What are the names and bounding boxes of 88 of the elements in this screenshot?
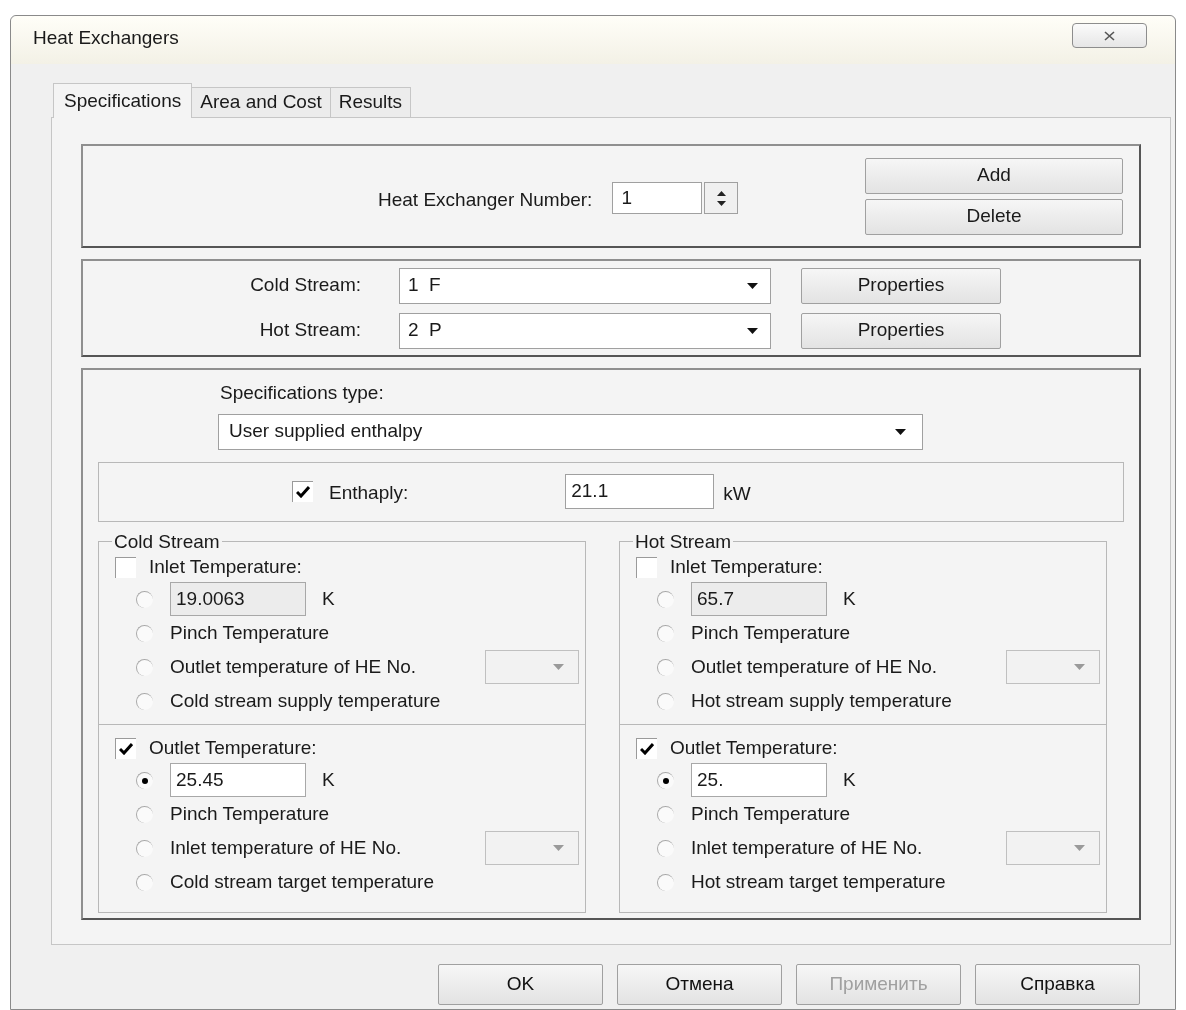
radio-button[interactable] (136, 771, 153, 789)
button[interactable]: Add (865, 157, 1123, 194)
field-label: Enthaply: (329, 481, 409, 506)
field-label: Heat Exchanger Number: (378, 187, 593, 212)
radio-button[interactable] (136, 590, 153, 608)
section-label: Outlet Temperature: (670, 735, 838, 760)
dropdown-arrow-icon (747, 327, 758, 334)
checkbox[interactable] (636, 737, 657, 759)
field-label: Specifications type: (220, 381, 385, 405)
down-arrow-icon (716, 200, 726, 206)
field-label: Cold Stream: (249, 273, 361, 298)
temperature-field[interactable]: 25. (691, 763, 827, 797)
dropdown[interactable]: User supplied enthalpy (218, 413, 923, 450)
tab[interactable]: Area and Cost (192, 87, 331, 117)
dropdown-arrow-icon (553, 845, 564, 851)
dropdown[interactable]: 1 F (399, 267, 771, 304)
checkbox[interactable] (115, 737, 136, 759)
option-label: Outlet temperature of HE No. (691, 654, 938, 679)
option-label: Cold stream target temperature (170, 869, 434, 894)
radio-button[interactable] (136, 805, 153, 823)
button[interactable]: Delete (865, 198, 1123, 235)
option-label: Pinch Temperature (691, 801, 851, 826)
check-icon (296, 486, 310, 498)
dropdown-arrow-icon (895, 428, 906, 435)
dropdown-arrow-icon (1074, 664, 1085, 670)
radio-button[interactable] (657, 771, 674, 789)
temperature-field[interactable]: 25.45 (170, 763, 306, 797)
spinner[interactable] (704, 182, 739, 214)
radio-button[interactable] (136, 692, 153, 710)
group-title: Cold Stream (113, 529, 221, 554)
temperature-field[interactable]: 65.7 (691, 582, 827, 616)
radio-button[interactable] (136, 839, 153, 857)
number-field[interactable]: 1 (612, 182, 703, 214)
check-icon (119, 742, 133, 755)
option-label: Pinch Temperature (691, 620, 851, 645)
dropdown-arrow-icon (747, 282, 758, 289)
option-label: Hot stream supply temperature (691, 688, 952, 713)
tab[interactable]: Specifications (53, 83, 193, 118)
button[interactable]: Отмена (617, 964, 782, 1005)
unit-label: kW (723, 482, 751, 507)
unit-label: K (843, 586, 856, 611)
option-label: Pinch Temperature (170, 801, 330, 826)
unit-label: K (322, 586, 335, 611)
radio-button[interactable] (657, 692, 674, 710)
section-label: Outlet Temperature: (149, 735, 317, 760)
dropdown[interactable] (1006, 650, 1100, 684)
section-label: Inlet Temperature: (149, 554, 302, 579)
radio-button[interactable] (657, 839, 674, 857)
option-label: Inlet temperature of HE No. (170, 835, 402, 860)
dropdown[interactable] (485, 831, 579, 865)
button[interactable]: OK (438, 964, 603, 1005)
window-title: Heat Exchangers (33, 26, 179, 50)
radio-button[interactable] (657, 805, 674, 823)
checkbox[interactable] (636, 556, 657, 578)
dropdown[interactable] (485, 650, 579, 684)
dropdown-arrow-icon (1074, 845, 1085, 851)
radio-button[interactable] (136, 658, 153, 676)
dropdown[interactable] (1006, 831, 1100, 865)
check-icon (640, 742, 654, 755)
radio-button[interactable] (136, 624, 153, 642)
tab[interactable]: Results (330, 87, 412, 117)
option-label: Outlet temperature of HE No. (170, 654, 417, 679)
button[interactable]: Properties (801, 267, 1001, 304)
unit-label: K (322, 767, 335, 792)
close-icon (1104, 30, 1115, 41)
radio-button[interactable] (657, 624, 674, 642)
option-label: Pinch Temperature (170, 620, 330, 645)
unit-label: K (843, 767, 856, 792)
enthalpy-field[interactable]: 21.1 (565, 474, 715, 509)
radio-button[interactable] (136, 873, 153, 891)
radio-button[interactable] (657, 658, 674, 676)
option-label: Hot stream target temperature (691, 869, 946, 894)
field-label: Hot Stream: (258, 318, 361, 343)
option-label: Inlet temperature of HE No. (691, 835, 923, 860)
close-button[interactable] (1072, 23, 1147, 48)
temperature-field[interactable]: 19.0063 (170, 582, 306, 616)
checkbox[interactable] (115, 556, 136, 578)
up-arrow-icon (716, 190, 726, 196)
radio-button[interactable] (657, 590, 674, 608)
button[interactable]: Справка (975, 964, 1140, 1005)
option-label: Cold stream supply temperature (170, 688, 441, 713)
dropdown[interactable]: 2 P (399, 312, 771, 349)
checkbox[interactable] (292, 481, 313, 502)
dropdown-arrow-icon (553, 664, 564, 670)
radio-button[interactable] (657, 873, 674, 891)
group-title: Hot Stream (634, 529, 733, 554)
button[interactable]: Properties (801, 312, 1001, 349)
section-label: Inlet Temperature: (670, 554, 823, 579)
